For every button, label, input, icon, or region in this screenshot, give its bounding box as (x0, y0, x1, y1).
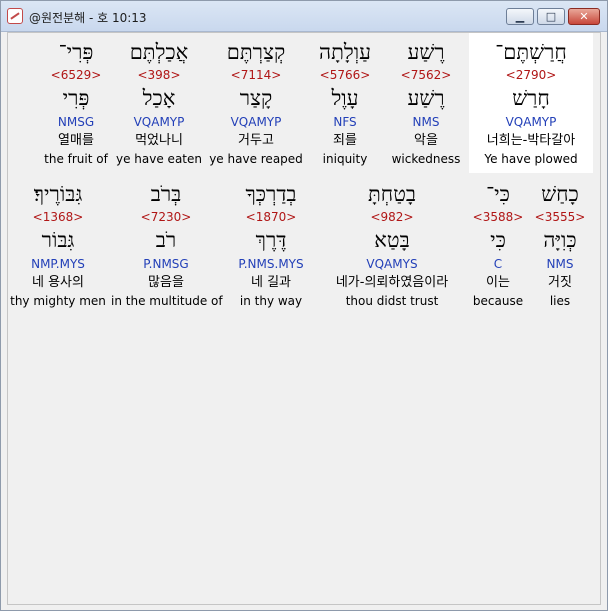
hebrew-lemma: בָּטַא (374, 228, 410, 252)
strong-number[interactable]: <398> (115, 68, 203, 82)
parse-code: NMP.MYS (31, 257, 85, 271)
korean-gloss: 너희는-박타갈아 (486, 133, 576, 148)
word-cell[interactable]: אֲכַלְתֶּם <398> אָכַל VQAMYP 먹었나니 ye ha… (115, 36, 203, 170)
minimize-icon: ▁ (515, 10, 525, 23)
parse-code: C (493, 257, 503, 271)
strong-number[interactable]: <1368> (10, 210, 106, 224)
word-cell[interactable]: בָטַחְתָּ <982> בָּטַא VQAMYS 네가-의뢰하였음이라… (320, 178, 464, 312)
word-cell[interactable]: בְדַרְכְּךָ <1870> דֶּרֶךְ P.NMS.MYS 네 길… (228, 178, 314, 312)
korean-gloss: 네가-의뢰하였음이라 (335, 275, 449, 290)
hebrew-lemma: רֶשַׁע (407, 86, 445, 110)
hebrew-lemma: פְּרִי (62, 86, 90, 110)
strong-number[interactable]: <3588> (471, 210, 525, 224)
english-gloss: iniquity (322, 152, 368, 166)
parse-code: NFS (333, 115, 357, 129)
parse-code: VQAMYS (366, 257, 418, 271)
strong-number[interactable]: <7114> (206, 68, 306, 82)
parse-code: VQAMYP (505, 115, 557, 129)
hebrew-word: חֲרַשְׁתֶּם־ (495, 40, 567, 64)
hebrew-word: כִּי־ (486, 182, 510, 206)
english-gloss: Ye have plowed (484, 152, 578, 166)
english-gloss: in thy way (239, 294, 303, 308)
strong-number[interactable]: <7230> (111, 210, 221, 224)
maximize-button[interactable]: □ (537, 8, 565, 25)
hebrew-word: רֶשַׁע (407, 40, 445, 64)
parse-code: NMS (412, 115, 440, 129)
app-window: @원전분해 - 호 10:13 ▁ □ ✕ פְּרִי־ <6529> פְּ… (0, 0, 608, 611)
app-icon (7, 8, 23, 24)
hebrew-lemma: כִּי (490, 228, 506, 252)
hebrew-word: פְּרִי־ (58, 40, 94, 64)
korean-gloss: 죄를 (333, 133, 357, 148)
strong-number[interactable]: <1870> (228, 210, 314, 224)
parse-code: NMS (546, 257, 574, 271)
minimize-button[interactable]: ▁ (506, 8, 534, 25)
hebrew-lemma: גִּבּוֹר (41, 228, 75, 252)
hebrew-lemma: קָצַר (239, 86, 273, 110)
english-gloss: the fruit of (44, 152, 108, 166)
korean-gloss: 먹었나니 (135, 133, 183, 148)
korean-gloss: 거짓 (548, 275, 572, 290)
interlinear-panel: פְּרִי־ <6529> פְּרִי NMSG 열매를 the fruit… (7, 32, 601, 605)
english-gloss: wickedness (391, 152, 461, 166)
parse-code: VQAMYP (133, 115, 185, 129)
parse-code: P.NMS.MYS (238, 257, 304, 271)
korean-gloss: 많음을 (148, 275, 184, 290)
english-gloss: in the multitude of (111, 294, 223, 308)
word-cell[interactable]: בְּרֹב <7230> רֹב P.NMSG 많음을 in the mult… (111, 178, 223, 312)
word-cell[interactable]: כִּי־ <3588> כִּי C 이는 because (471, 178, 525, 312)
word-cell-selected[interactable]: חֲרַשְׁתֶּם־ <2790> חָרַשׁ VQAMYP 너희는-박타… (469, 33, 593, 173)
hebrew-word: גִּבּוֹרֶיךָ׃ (33, 182, 83, 206)
hebrew-lemma: דֶּרֶךְ (255, 228, 287, 252)
english-gloss: thou didst trust (345, 294, 439, 308)
korean-gloss: 악을 (414, 133, 438, 148)
strong-number[interactable]: <3555> (533, 210, 587, 224)
hebrew-word: עַוְלָתָה (319, 40, 371, 64)
hebrew-lemma: כְּוִיָּה (543, 228, 577, 252)
korean-gloss: 네 용사의 (32, 275, 84, 290)
hebrew-lemma: רֹב (155, 228, 177, 252)
word-cell[interactable]: קְצַרְתֶּם <7114> קָצַר VQAMYP 거두고 ye ha… (206, 36, 306, 170)
english-gloss: ye have reaped (209, 152, 303, 166)
word-cell[interactable]: גִּבּוֹרֶיךָ׃ <1368> גִּבּוֹר NMP.MYS 네 … (10, 178, 106, 312)
strong-number[interactable]: <982> (320, 210, 464, 224)
parse-code: VQAMYP (230, 115, 282, 129)
korean-gloss: 네 길과 (250, 275, 291, 290)
korean-gloss: 거두고 (238, 133, 274, 148)
hebrew-word: אֲכַלְתֶּם (129, 40, 189, 64)
hebrew-word: קְצַרְתֶּם (226, 40, 286, 64)
korean-gloss: 이는 (486, 275, 510, 290)
hebrew-lemma: עָוֶל (331, 86, 359, 110)
title-bar[interactable]: @원전분해 - 호 10:13 ▁ □ ✕ (1, 1, 607, 32)
word-cell[interactable]: רֶשַׁע <7562> רֶשַׁע NMS 악을 wickedness (388, 36, 464, 170)
close-icon: ✕ (579, 10, 589, 23)
hebrew-lemma: חָרַשׁ (512, 86, 550, 110)
close-button[interactable]: ✕ (568, 8, 600, 25)
english-gloss: because (472, 294, 524, 308)
strong-number[interactable]: <6529> (37, 68, 115, 82)
maximize-icon: □ (545, 10, 557, 23)
strong-number[interactable]: <5766> (310, 68, 380, 82)
hebrew-lemma: אָכַל (142, 86, 176, 110)
word-cell[interactable]: פְּרִי־ <6529> פְּרִי NMSG 열매를 the fruit… (37, 36, 115, 170)
english-gloss: thy mighty men (10, 294, 106, 308)
hebrew-word: בְדַרְכְּךָ (245, 182, 297, 206)
word-cell[interactable]: עַוְלָתָה <5766> עָוֶל NFS 죄를 iniquity (310, 36, 380, 170)
korean-gloss: 열매를 (58, 133, 94, 148)
parse-code: P.NMSG (143, 257, 189, 271)
hebrew-word: כָחַשׁ (541, 182, 579, 206)
parse-code: NMSG (57, 115, 95, 129)
english-gloss: lies (549, 294, 571, 308)
strong-number[interactable]: <2790> (469, 68, 593, 82)
window-title: @원전분해 - 호 10:13 (29, 11, 147, 25)
english-gloss: ye have eaten (116, 152, 202, 166)
hebrew-word: בָטַחְתָּ (367, 182, 417, 206)
word-cell[interactable]: כָחַשׁ <3555> כְּוִיָּה NMS 거짓 lies (533, 178, 587, 312)
hebrew-word: בְּרֹב (150, 182, 182, 206)
strong-number[interactable]: <7562> (388, 68, 464, 82)
